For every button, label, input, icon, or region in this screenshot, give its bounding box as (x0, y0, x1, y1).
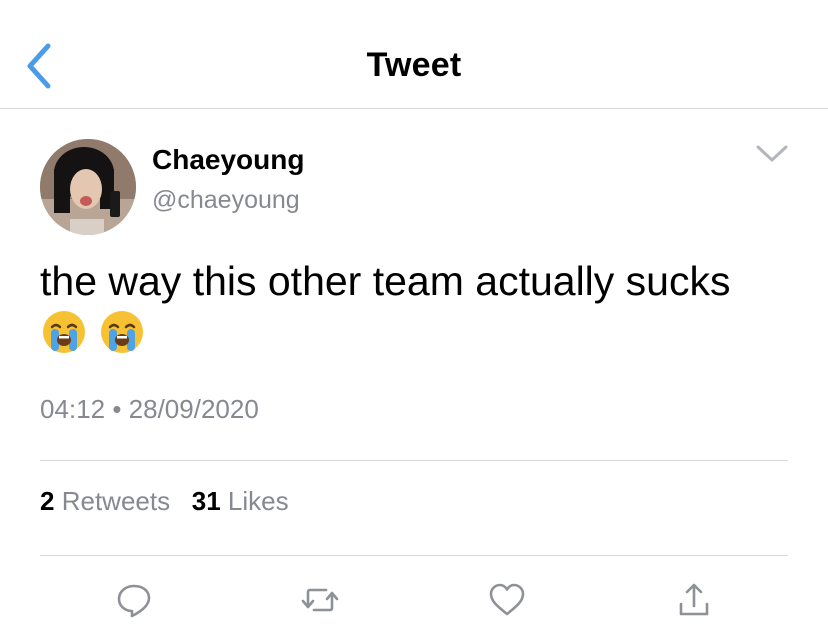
divider (40, 460, 788, 461)
share-icon (679, 583, 709, 616)
likes-stat[interactable]: 31 Likes (192, 486, 289, 516)
like-button[interactable] (487, 580, 527, 620)
navigation-bar: Tweet (0, 0, 828, 109)
avatar[interactable] (40, 139, 136, 235)
tweet-text: the way this other team actually sucks (40, 258, 731, 304)
likes-label: Likes (227, 486, 289, 516)
author-handle[interactable]: @chaeyoung (152, 186, 300, 215)
reply-icon (117, 584, 151, 618)
more-options-button[interactable] (754, 142, 790, 166)
retweet-button[interactable] (300, 580, 340, 620)
loudly-crying-face-icon (101, 311, 144, 353)
chevron-down-icon (756, 145, 788, 162)
retweets-count: 2 (40, 486, 55, 516)
avatar-photo (40, 139, 136, 235)
page-title: Tweet (366, 46, 462, 84)
tweet-date: 28/09/2020 (128, 394, 259, 424)
divider (40, 555, 788, 556)
meta-separator: • (112, 394, 122, 424)
retweet-icon (301, 588, 339, 612)
tweet-timestamp: 04:12 • 28/09/2020 (40, 394, 259, 425)
likes-count: 31 (191, 486, 221, 516)
share-button[interactable] (674, 580, 714, 620)
heart-icon (489, 583, 525, 616)
retweets-stat[interactable]: 2 Retweets (40, 486, 170, 516)
emoji-row (42, 310, 154, 356)
author-name[interactable]: Chaeyoung (152, 144, 304, 176)
loudly-crying-face-icon (43, 311, 85, 353)
tweet-time: 04:12 (40, 394, 106, 424)
tweet-stats: 2 Retweets 31 Likes (40, 486, 289, 517)
reply-button[interactable] (114, 580, 154, 620)
retweets-label: Retweets (61, 486, 171, 516)
